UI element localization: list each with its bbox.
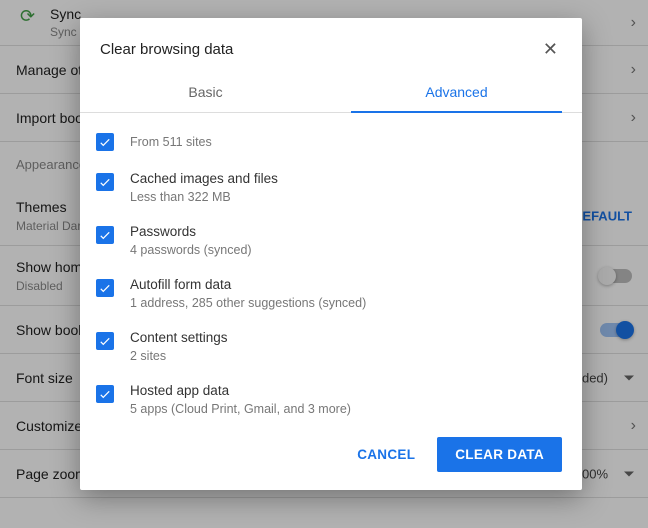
- show-home-toggle[interactable]: [600, 269, 632, 283]
- chevron-down-icon: [624, 471, 634, 476]
- list-item: Cached images and files Less than 322 MB: [92, 161, 570, 214]
- chevron-right-icon: ›: [631, 14, 636, 32]
- dialog-title: Clear browsing data: [100, 41, 233, 58]
- sync-icon: ⟳: [20, 6, 35, 27]
- item-body: Hosted app data 5 apps (Cloud Print, Gma…: [130, 383, 351, 416]
- item-title: Autofill form data: [130, 277, 366, 292]
- item-subtitle: 4 passwords (synced): [130, 243, 252, 257]
- tab-basic[interactable]: Basic: [80, 72, 331, 112]
- checkbox-cached[interactable]: [96, 173, 114, 191]
- page-zoom-label: Page zoom: [16, 466, 87, 482]
- list-item: From 511 sites: [92, 121, 570, 161]
- close-icon[interactable]: ✕: [539, 36, 562, 62]
- checkbox-sites[interactable]: [96, 133, 114, 151]
- list-item: Hosted app data 5 apps (Cloud Print, Gma…: [92, 373, 570, 423]
- cancel-button[interactable]: CANCEL: [345, 439, 427, 470]
- item-title: Content settings: [130, 330, 228, 345]
- checkbox-passwords[interactable]: [96, 226, 114, 244]
- item-title: Cached images and files: [130, 171, 278, 186]
- chevron-right-icon: ›: [631, 61, 636, 79]
- show-bookmarks-toggle[interactable]: [600, 323, 632, 337]
- item-body: Autofill form data 1 address, 285 other …: [130, 277, 366, 310]
- item-body: Cached images and files Less than 322 MB: [130, 171, 278, 204]
- appearance-heading-label: Appearance: [16, 157, 86, 172]
- show-home-subtitle: Disabled: [16, 279, 63, 293]
- item-subtitle: From 511 sites: [130, 135, 212, 149]
- font-size-label: Font size: [16, 370, 73, 386]
- item-title: Passwords: [130, 224, 252, 239]
- chevron-right-icon: ›: [631, 417, 636, 435]
- chevron-right-icon: ›: [631, 109, 636, 127]
- item-subtitle: Less than 322 MB: [130, 190, 278, 204]
- list-item: Content settings 2 sites: [92, 320, 570, 373]
- tab-advanced[interactable]: Advanced: [331, 72, 582, 112]
- item-body: Passwords 4 passwords (synced): [130, 224, 252, 257]
- item-subtitle: 5 apps (Cloud Print, Gmail, and 3 more): [130, 402, 351, 416]
- clear-browsing-data-dialog: Clear browsing data ✕ Basic Advanced Fro…: [80, 18, 582, 490]
- list-item: Passwords 4 passwords (synced): [92, 214, 570, 267]
- dialog-header: Clear browsing data ✕: [80, 18, 582, 72]
- chevron-down-icon: [624, 375, 634, 380]
- item-body: Content settings 2 sites: [130, 330, 228, 363]
- dialog-footer: CANCEL CLEAR DATA: [80, 423, 582, 490]
- checkbox-hosted-app-data[interactable]: [96, 385, 114, 403]
- clear-data-button[interactable]: CLEAR DATA: [437, 437, 562, 472]
- item-subtitle: 1 address, 285 other suggestions (synced…: [130, 296, 366, 310]
- dialog-body[interactable]: From 511 sites Cached images and files L…: [80, 113, 582, 423]
- dialog-tabs: Basic Advanced: [80, 72, 582, 113]
- themes-title: Themes: [16, 199, 67, 215]
- checkbox-content-settings[interactable]: [96, 332, 114, 350]
- themes-subtitle: Material Dark: [16, 219, 87, 233]
- checkbox-autofill[interactable]: [96, 279, 114, 297]
- list-item: Autofill form data 1 address, 285 other …: [92, 267, 570, 320]
- item-title: Hosted app data: [130, 383, 351, 398]
- item-body: From 511 sites: [130, 131, 212, 149]
- item-subtitle: 2 sites: [130, 349, 228, 363]
